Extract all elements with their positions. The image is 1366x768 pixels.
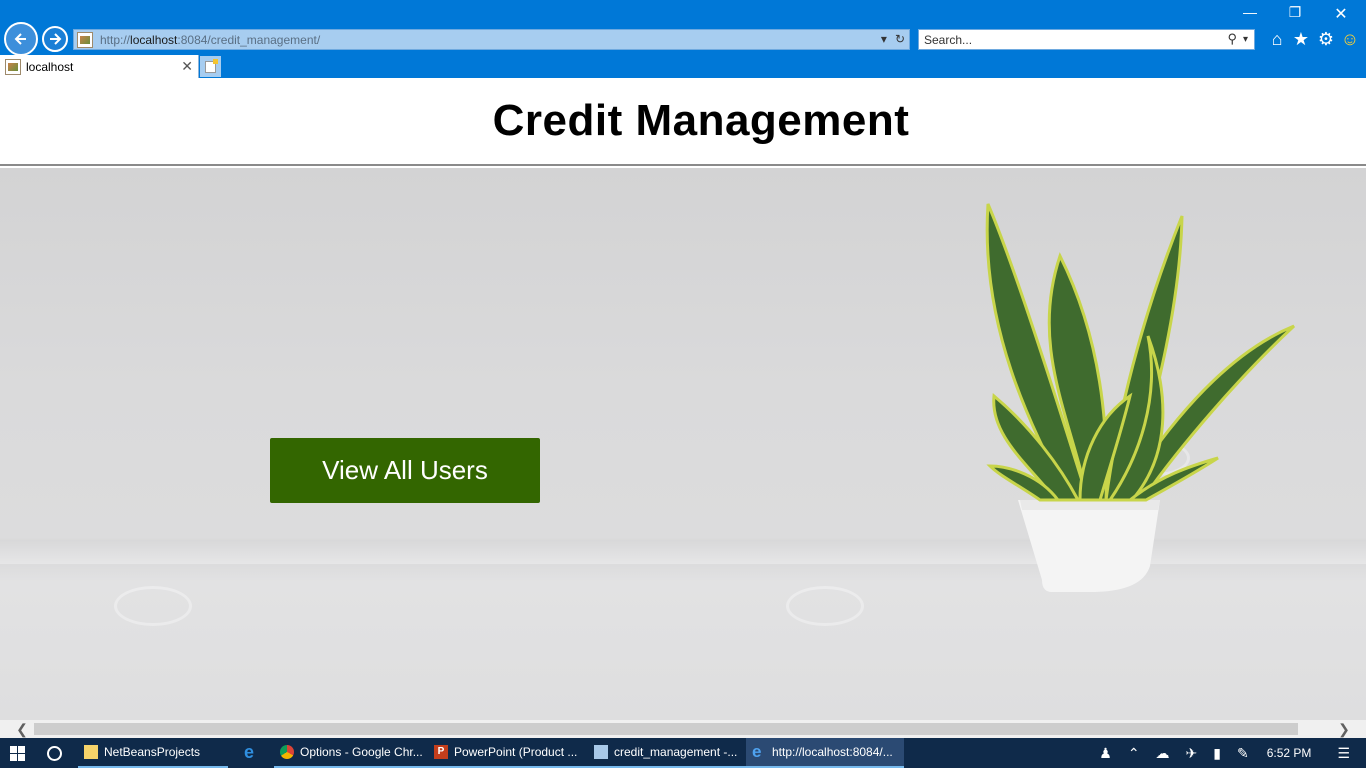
show-hidden-icons-icon[interactable]: ⌃ bbox=[1128, 745, 1140, 762]
battery-icon[interactable]: ▮ bbox=[1213, 745, 1221, 762]
smiley-feedback-icon[interactable]: ☺ bbox=[1340, 29, 1360, 49]
new-tab-icon bbox=[205, 58, 218, 73]
edge-icon: e bbox=[244, 742, 255, 762]
home-icon[interactable]: ⌂ bbox=[1267, 29, 1287, 49]
system-tray: ♟ ⌃ ☁ ✈ ▮ ✎ 6:52 PM ☰ bbox=[1091, 738, 1366, 768]
forward-arrow-icon bbox=[50, 33, 62, 45]
watermark-swirl bbox=[786, 586, 864, 626]
cortana-circle-icon bbox=[46, 745, 62, 761]
favorites-star-icon[interactable]: ★ bbox=[1291, 29, 1311, 49]
close-tab-icon[interactable]: ✕ bbox=[181, 58, 193, 75]
url-path: :8084/credit_management/ bbox=[177, 32, 321, 47]
tab-favicon-icon bbox=[5, 58, 21, 75]
powerpoint-icon: P bbox=[434, 745, 448, 759]
tab-localhost[interactable]: localhost ✕ bbox=[0, 55, 199, 78]
forward-button[interactable] bbox=[42, 26, 68, 52]
people-icon[interactable]: ♟ bbox=[1099, 745, 1112, 762]
scroll-left-icon[interactable]: ❮ bbox=[14, 721, 30, 738]
search-box[interactable]: ⚲ ▾ bbox=[918, 29, 1255, 50]
scroll-right-icon[interactable]: ❯ bbox=[1336, 721, 1352, 738]
folder-icon bbox=[84, 745, 98, 759]
settings-gear-icon[interactable]: ⚙ bbox=[1316, 29, 1336, 49]
netbeans-icon bbox=[594, 745, 608, 759]
taskbar-item-chrome[interactable]: Options - Google Chr... bbox=[274, 738, 428, 768]
onedrive-icon[interactable]: ☁ bbox=[1156, 745, 1170, 762]
minimize-icon[interactable]: — bbox=[1240, 4, 1260, 20]
windows-logo-icon bbox=[9, 745, 25, 761]
new-tab-button[interactable] bbox=[200, 56, 221, 77]
horizontal-scrollbar[interactable]: ❮ ❯ bbox=[0, 720, 1366, 738]
search-icon[interactable]: ⚲ bbox=[1227, 31, 1237, 47]
back-arrow-icon bbox=[14, 33, 26, 45]
potted-plant-image bbox=[985, 203, 1296, 592]
taskbar-item-netbeans[interactable]: credit_management -... bbox=[588, 738, 746, 768]
address-dropdown-icon[interactable]: ▾ bbox=[881, 32, 887, 46]
taskbar-item-label: credit_management -... bbox=[614, 745, 738, 759]
page-header: Credit Management bbox=[0, 78, 1366, 166]
taskbar-item-label: NetBeansProjects bbox=[104, 745, 201, 759]
taskbar-item-netbeansprojects[interactable]: NetBeansProjects bbox=[78, 738, 228, 768]
action-center-icon[interactable]: ☰ bbox=[1337, 745, 1350, 762]
taskbar-item-label: http://localhost:8084/... bbox=[772, 745, 893, 759]
chrome-icon bbox=[280, 745, 294, 759]
hero-background: View All Users bbox=[0, 168, 1366, 720]
page-title: Credit Management bbox=[492, 96, 910, 145]
pen-workspace-icon[interactable]: ✎ bbox=[1237, 745, 1249, 762]
taskbar-item-label: PowerPoint (Product ... bbox=[454, 745, 578, 759]
taskbar-item-edge[interactable]: e bbox=[228, 738, 274, 768]
browser-toolbar: — ❐ ✕ http://localhost:8084/credit_manag… bbox=[0, 0, 1366, 78]
windows-taskbar: NetBeansProjects e Options - Google Chr.… bbox=[0, 738, 1366, 768]
cortana-button[interactable] bbox=[34, 738, 74, 768]
clock[interactable]: 6:52 PM bbox=[1267, 746, 1312, 760]
url-host: localhost bbox=[130, 32, 178, 47]
taskbar-item-powerpoint[interactable]: P PowerPoint (Product ... bbox=[428, 738, 588, 768]
ie-icon: e bbox=[752, 742, 762, 761]
refresh-icon[interactable]: ↻ bbox=[895, 32, 905, 46]
airplane-mode-icon[interactable]: ✈ bbox=[1186, 745, 1198, 762]
tab-title: localhost bbox=[26, 59, 74, 74]
address-url[interactable]: http://localhost:8084/credit_management/ bbox=[100, 33, 320, 47]
taskbar-item-internet-explorer[interactable]: e http://localhost:8084/... bbox=[746, 738, 904, 768]
search-input[interactable] bbox=[924, 32, 1204, 47]
address-bar[interactable]: http://localhost:8084/credit_management/… bbox=[73, 29, 910, 50]
site-favicon-icon bbox=[77, 31, 93, 48]
url-scheme: http:// bbox=[100, 32, 131, 47]
restore-icon[interactable]: ❐ bbox=[1285, 4, 1305, 21]
start-button[interactable] bbox=[0, 738, 34, 768]
view-all-users-button[interactable]: View All Users bbox=[270, 438, 540, 503]
taskbar-item-label: Options - Google Chr... bbox=[300, 745, 423, 759]
watermark-swirl bbox=[114, 586, 192, 626]
close-window-icon[interactable]: ✕ bbox=[1331, 4, 1351, 24]
back-button[interactable] bbox=[4, 22, 38, 56]
search-dropdown-icon[interactable]: ▾ bbox=[1243, 34, 1248, 45]
scrollbar-thumb[interactable] bbox=[34, 723, 1298, 735]
